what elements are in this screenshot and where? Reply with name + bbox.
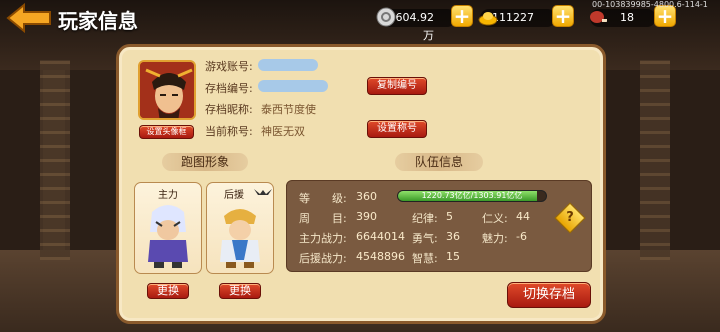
main-power-value: 6644014 — [356, 230, 405, 243]
background-door-right — [640, 60, 670, 260]
main-slot-label: 主力 — [158, 190, 178, 201]
main-power-label: 主力战力: — [299, 232, 347, 245]
wisdom-value: 15 — [446, 250, 460, 263]
section-run-image: 跑图形象 — [162, 153, 248, 171]
save-id-value-redacted — [258, 80, 328, 92]
backup-hero-sprite-icon — [220, 209, 260, 268]
account-label: 游戏账号: — [205, 60, 253, 73]
uid-text: 00-103839985-4800.6-114-1 — [592, 0, 708, 9]
nickname-label: 存档昵称: — [205, 103, 253, 116]
courage-value: 36 — [446, 230, 460, 243]
level-value: 360 — [356, 190, 377, 203]
meat-icon — [590, 11, 607, 23]
backup-power-label: 后援战力: — [299, 252, 347, 265]
current-title-value: 神医无双 — [261, 125, 305, 138]
discipline-value: 5 — [446, 210, 453, 223]
discipline-label: 纪律: — [412, 212, 438, 225]
add-gold-button[interactable]: + — [552, 5, 574, 27]
add-silver-button[interactable]: + — [451, 5, 473, 27]
cycle-value: 390 — [356, 210, 377, 223]
cycle-label: 周 目: — [299, 212, 347, 225]
gold-ingot-icon — [478, 12, 498, 26]
background-door-left — [40, 60, 70, 260]
save-id-label: 存档编号: — [205, 82, 253, 95]
help-glyph: ? — [566, 210, 574, 225]
benevolence-value: 44 — [516, 210, 530, 223]
nickname-value: 泰西节度使 — [261, 103, 316, 116]
copy-save-id-button[interactable]: 复制编号 — [367, 77, 427, 95]
exp-progress-text: 1220.73亿亿/1303.91亿亿 — [421, 191, 523, 200]
set-avatar-frame-button[interactable]: 设置头像框 — [139, 125, 194, 139]
courage-label: 勇气: — [412, 232, 438, 245]
currency-meat-value: 18 — [620, 11, 634, 24]
charm-value: -6 — [516, 230, 527, 243]
current-title-label: 当前称号: — [205, 125, 253, 138]
page-title: 玩家信息 — [58, 9, 138, 33]
switch-save-button[interactable]: 切换存档 — [507, 282, 591, 308]
benevolence-label: 仁义: — [482, 212, 508, 225]
charm-label: 魅力: — [482, 232, 508, 245]
wisdom-label: 智慧: — [412, 252, 438, 265]
main-hero-sprite-icon — [148, 205, 188, 268]
silver-coin-icon — [376, 7, 396, 27]
back-arrow-icon[interactable] — [6, 3, 52, 33]
warrior-portrait-icon — [140, 62, 194, 118]
top-bar: 玩家信息 58604.92万 + 111227 + 18 + 00-103839… — [0, 0, 720, 42]
change-main-button[interactable]: 更换 — [147, 283, 189, 299]
currency-gold-value: 111227 — [492, 11, 534, 24]
player-avatar[interactable] — [138, 60, 196, 120]
backup-power-value: 4548896 — [356, 250, 405, 263]
account-value-redacted — [258, 59, 318, 71]
change-backup-button[interactable]: 更换 — [219, 283, 261, 299]
set-title-button[interactable]: 设置称号 — [367, 120, 427, 138]
bat-icon — [254, 189, 272, 195]
level-label: 等 级: — [299, 192, 347, 205]
section-team-info: 队伍信息 — [395, 153, 483, 171]
